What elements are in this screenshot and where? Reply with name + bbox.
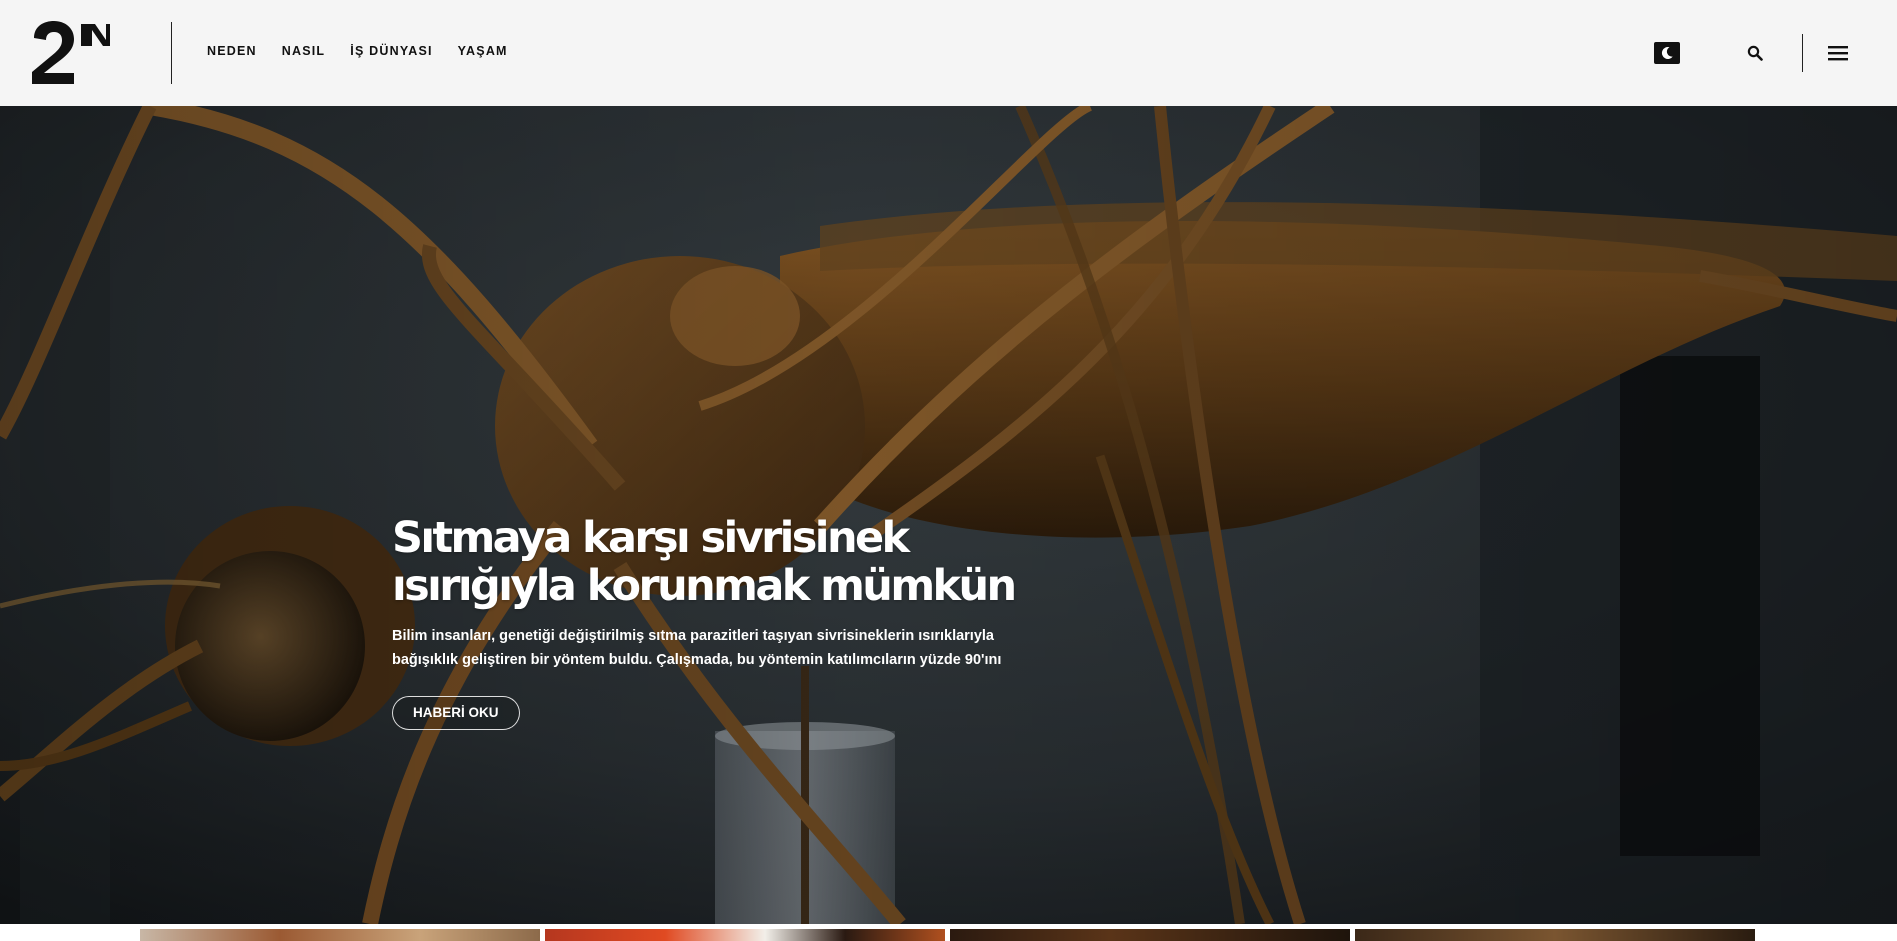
search-icon [1747, 45, 1763, 61]
nav-item-is-dunyasi[interactable]: İŞ DÜNYASI [350, 44, 432, 58]
logo-mark [32, 21, 110, 84]
main-nav: NEDEN NASIL İŞ DÜNYASI YAŞAM [207, 44, 508, 58]
article-card[interactable] [1355, 929, 1755, 941]
article-card[interactable] [950, 929, 1350, 941]
hero-title[interactable]: Sıtmaya karşı sivrisinek ısırığıyla koru… [392, 514, 1052, 610]
hamburger-menu-icon [1828, 46, 1848, 61]
header-divider [171, 22, 172, 84]
nav-item-yasam[interactable]: YAŞAM [458, 44, 508, 58]
article-card[interactable] [140, 929, 540, 941]
header-right-divider [1802, 34, 1803, 72]
site-logo[interactable] [30, 20, 112, 86]
moon-icon [1661, 46, 1673, 59]
article-cards-strip [0, 924, 1897, 941]
menu-button[interactable] [1826, 42, 1850, 64]
read-article-button[interactable]: HABERİ OKU [392, 696, 520, 730]
nav-item-nasil[interactable]: NASIL [282, 44, 326, 58]
hero-content: Sıtmaya karşı sivrisinek ısırığıyla koru… [392, 514, 1052, 730]
search-button[interactable] [1744, 42, 1766, 64]
hero-section: Sıtmaya karşı sivrisinek ısırığıyla koru… [0, 106, 1897, 924]
hero-summary: Bilim insanları, genetiği değiştirilmiş … [392, 628, 1002, 668]
site-header: NEDEN NASIL İŞ DÜNYASI YAŞAM [0, 0, 1897, 106]
nav-item-neden[interactable]: NEDEN [207, 44, 257, 58]
theme-toggle-button[interactable] [1654, 42, 1680, 64]
article-card[interactable] [545, 929, 945, 941]
